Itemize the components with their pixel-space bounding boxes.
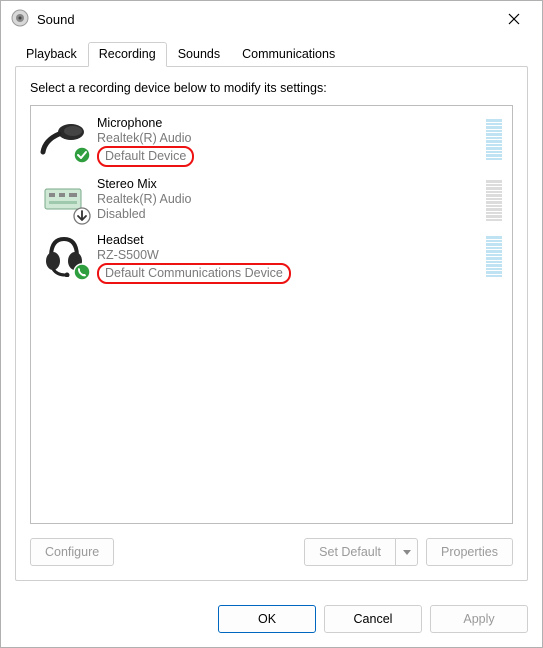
panel-button-row: Configure Set Default Properties (30, 538, 513, 566)
close-icon (508, 13, 520, 25)
phone-badge-icon (73, 263, 91, 281)
level-meter (486, 116, 502, 160)
tab-sounds[interactable]: Sounds (167, 42, 231, 67)
device-row[interactable]: Headset RZ-S500W Default Communications … (31, 227, 512, 288)
close-button[interactable] (494, 5, 534, 33)
device-status: Default Device (97, 146, 194, 167)
device-vendor: Realtek(R) Audio (97, 131, 478, 145)
tab-strip: Playback Recording Sounds Communications (15, 41, 528, 66)
device-status: Default Communications Device (97, 263, 291, 284)
level-meter (486, 233, 502, 277)
device-vendor: RZ-S500W (97, 248, 478, 262)
cancel-button[interactable]: Cancel (324, 605, 422, 633)
device-name: Stereo Mix (97, 177, 478, 191)
device-name: Microphone (97, 116, 478, 130)
down-arrow-badge-icon (73, 207, 91, 225)
window-title: Sound (37, 12, 75, 27)
speaker-icon (11, 9, 29, 30)
tab-communications[interactable]: Communications (231, 42, 346, 67)
recording-panel: Select a recording device below to modif… (15, 66, 528, 581)
titlebar: Sound (1, 1, 542, 37)
dialog-footer: OK Cancel Apply (1, 593, 542, 647)
chevron-down-icon (403, 550, 411, 555)
tab-recording[interactable]: Recording (88, 42, 167, 67)
check-badge-icon (73, 146, 91, 164)
panel-instruction: Select a recording device below to modif… (30, 81, 513, 95)
device-vendor: Realtek(R) Audio (97, 192, 478, 206)
device-list[interactable]: Microphone Realtek(R) Audio Default Devi… (30, 105, 513, 524)
apply-button[interactable]: Apply (430, 605, 528, 633)
set-default-button[interactable]: Set Default (304, 538, 396, 566)
properties-button[interactable]: Properties (426, 538, 513, 566)
sound-dialog: Sound Playback Recording Sounds Communic… (0, 0, 543, 648)
device-row[interactable]: Stereo Mix Realtek(R) Audio Disabled (31, 171, 512, 227)
device-row[interactable]: Microphone Realtek(R) Audio Default Devi… (31, 110, 512, 171)
tab-playback[interactable]: Playback (15, 42, 88, 67)
device-status: Disabled (97, 207, 478, 221)
configure-button[interactable]: Configure (30, 538, 114, 566)
ok-button[interactable]: OK (218, 605, 316, 633)
device-icon-stereo-mix (39, 175, 89, 223)
device-icon-microphone (39, 114, 89, 162)
device-icon-headset (39, 231, 89, 279)
set-default-dropdown[interactable] (396, 538, 418, 566)
level-meter (486, 177, 502, 221)
device-name: Headset (97, 233, 478, 247)
